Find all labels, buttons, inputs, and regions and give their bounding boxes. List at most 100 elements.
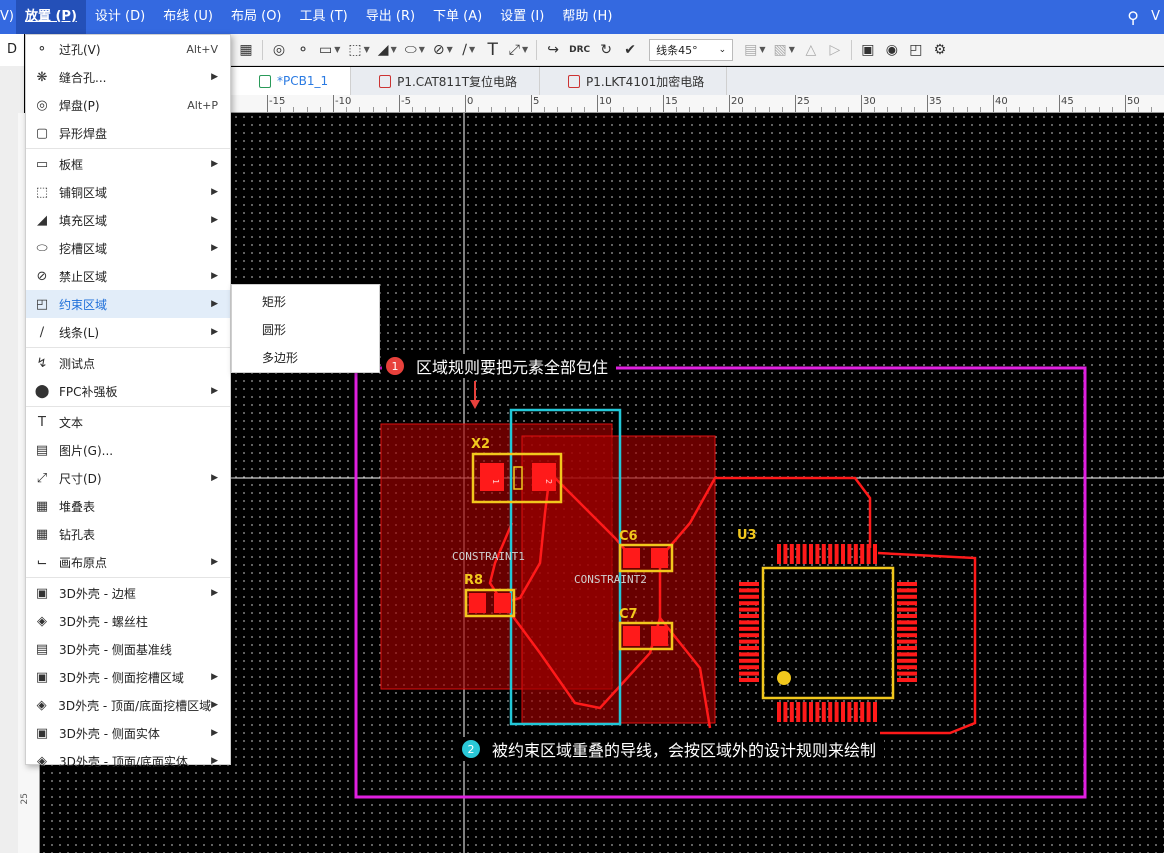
left-panel-tab[interactable]: D: [0, 34, 24, 66]
flip-horizontal-icon[interactable]: △: [800, 38, 822, 62]
menu-item-8[interactable]: 帮助 (H): [553, 0, 621, 34]
place-menu-item-6[interactable]: ◢ 填充区域 ▶: [26, 206, 230, 234]
document-tabs: *PCB1_1 P1.CAT811T复位电路 P1.LKT4101加密电路: [231, 67, 1164, 95]
place-menu-item-9[interactable]: ◰ 约束区域 ▶: [26, 290, 230, 318]
hruler-minor-tick: [293, 107, 295, 112]
place-menu-item-22[interactable]: ▣ 3D外壳 - 侧面挖槽区域 ▶: [26, 663, 230, 691]
drc-button[interactable]: DRC: [566, 38, 593, 62]
hruler-minor-tick: [649, 107, 651, 112]
toolbar-separator: [850, 39, 852, 60]
submenu-arrow-icon: ▶: [211, 159, 218, 169]
align-icon[interactable]: ▤ ▼: [741, 38, 768, 62]
place-menu-item-0[interactable]: ⚬ 过孔(V) Alt+V: [26, 35, 230, 63]
place-menu-item-8[interactable]: ⊘ 禁止区域 ▶: [26, 262, 230, 290]
place-menu-item-7[interactable]: ⬭ 挖槽区域 ▶: [26, 234, 230, 262]
submenu-arrow-icon: ▶: [211, 588, 218, 598]
place-menu-item-24[interactable]: ▣ 3D外壳 - 侧面实体 ▶: [26, 719, 230, 747]
u3-pin-left: [739, 620, 759, 625]
grid-icon[interactable]: ▦: [235, 38, 257, 62]
menu-divider: [26, 577, 230, 578]
menu-bar: V) 放置 (P) 设计 (D) 布线 (U) 布局 (O) 工具 (T) 导出 (R) 下…: [0, 0, 1164, 34]
distribute-icon[interactable]: ▧ ▼: [771, 38, 798, 62]
place-menu-item-25[interactable]: ◈ 3D外壳 - 顶面/底面实体 ▶: [26, 747, 230, 775]
forbidden-area-tool-icon[interactable]: ⊘ ▼: [430, 38, 456, 62]
line-mode-select[interactable]: 线条45° ⌄: [649, 38, 734, 61]
fill-area-tool-icon[interactable]: ◢ ▼: [375, 38, 400, 62]
place-menu-item-19[interactable]: ▣ 3D外壳 - 边框 ▶: [26, 579, 230, 607]
u3-pin-bottom: [853, 702, 858, 722]
slot-tool-icon[interactable]: ⬭ ▼: [402, 38, 428, 62]
place-menu-item-3[interactable]: ▢ 异形焊盘: [26, 119, 230, 147]
menu-divider: [26, 347, 230, 348]
u3-pin-right: [897, 652, 917, 657]
flip-vertical-icon[interactable]: ▷: [824, 38, 846, 62]
callout-1-number: 1: [386, 357, 404, 375]
place-menu-item-12[interactable]: ⬤ FPC补强板 ▶: [26, 377, 230, 405]
hruler-minor-tick: [346, 107, 348, 112]
place-menu-item-5[interactable]: ⬚ 铺铜区域 ▶: [26, 178, 230, 206]
hruler-minor-tick: [1019, 107, 1021, 112]
hruler-minor-tick: [808, 107, 810, 112]
board-outline-tool-icon[interactable]: ▭ ▼: [316, 38, 343, 62]
u3-pin-left: [739, 607, 759, 612]
menu-item-4[interactable]: 工具 (T): [291, 0, 357, 34]
document-tab-2[interactable]: P1.LKT4101加密电路: [540, 67, 728, 95]
menu-item-1[interactable]: 设计 (D): [86, 0, 154, 34]
submenu-item-0[interactable]: 矩形: [232, 288, 379, 316]
export-icon[interactable]: ▣: [857, 38, 879, 62]
drill-table-icon: ▦: [35, 526, 49, 542]
hruler-major-tick: [1059, 95, 1060, 112]
hruler-minor-tick: [438, 107, 440, 112]
place-menu-item-label: 3D外壳 - 顶面/底面实体: [59, 754, 188, 769]
place-menu-item-10[interactable]: ∕ 线条(L) ▶: [26, 318, 230, 346]
place-menu-item-17[interactable]: ▦ 钻孔表: [26, 520, 230, 548]
test-point-icon: ↯: [36, 355, 48, 371]
via-tool-icon[interactable]: ⚬: [292, 38, 314, 62]
place-menu-item-21[interactable]: ▤ 3D外壳 - 侧面基准线: [26, 635, 230, 663]
u3-pin-top: [828, 544, 833, 564]
menu-item-5[interactable]: 导出 (R): [357, 0, 424, 34]
place-menu-item-11[interactable]: ↯ 测试点: [26, 349, 230, 377]
place-menu-item-20[interactable]: ◈ 3D外壳 - 螺丝柱: [26, 607, 230, 635]
place-menu-item-1[interactable]: ❋ 缝合孔... ▶: [26, 63, 230, 91]
u3-pin-bottom: [866, 702, 871, 722]
hruler-major-tick: [795, 95, 796, 112]
fanout-icon[interactable]: ✔: [619, 38, 641, 62]
menu-partial-left[interactable]: V): [0, 0, 16, 34]
u3-pin-right: [897, 582, 917, 586]
place-menu-item-13[interactable]: T 文本: [26, 408, 230, 436]
camera-icon[interactable]: ◉: [881, 38, 903, 62]
menu-item-7[interactable]: 设置 (I): [491, 0, 553, 34]
copper-area-tool-icon[interactable]: ⬚ ▼: [345, 38, 372, 62]
place-menu-item-23[interactable]: ◈ 3D外壳 - 顶面/底面挖槽区域 ▶: [26, 691, 230, 719]
menu-item-3[interactable]: 布局 (O): [222, 0, 291, 34]
place-menu-item-18[interactable]: ⌙ 画布原点 ▶: [26, 548, 230, 576]
route-tool-icon[interactable]: ↪: [542, 38, 564, 62]
place-menu-item-15[interactable]: ⤢ 尺寸(D) ▶: [26, 464, 230, 492]
place-menu: ⚬ 过孔(V) Alt+V ❋ 缝合孔... ▶ ◎ 焊盘(P) Alt+P ▢ 异形焊盘 ▭ 板框 ▶ ⬚…: [25, 34, 231, 769]
place-menu-item-2[interactable]: ◎ 焊盘(P) Alt+P: [26, 91, 230, 119]
place-menu-item-16[interactable]: ▦ 堆叠表: [26, 492, 230, 520]
order-icon[interactable]: ◰: [905, 38, 927, 62]
document-tab-1[interactable]: P1.CAT811T复位电路: [351, 67, 541, 95]
place-menu-item-label: 板框: [59, 157, 84, 172]
menu-item-0[interactable]: 放置 (P): [15, 0, 86, 34]
u3-pin-left: [739, 665, 759, 670]
gear-icon[interactable]: ⚙: [929, 38, 951, 62]
pad-tool-icon[interactable]: ◎: [268, 38, 290, 62]
menu-partial-right[interactable]: V: [1147, 0, 1164, 34]
place-menu-item-4[interactable]: ▭ 板框 ▶: [26, 150, 230, 178]
menu-item-2[interactable]: 布线 (U): [154, 0, 222, 34]
dimension-tool-icon[interactable]: ⤢ ▼: [506, 38, 531, 62]
place-menu-item-14[interactable]: ▤ 图片(G)...: [26, 436, 230, 464]
submenu-item-2[interactable]: 多边形: [232, 344, 379, 372]
submenu-item-1[interactable]: 圆形: [232, 316, 379, 344]
line-tool-icon[interactable]: ∕ ▼: [458, 38, 480, 62]
search-icon[interactable]: ⚲: [1119, 0, 1147, 34]
pcb-doc-icon: [259, 74, 271, 88]
text-tool-icon[interactable]: T: [482, 38, 504, 62]
document-tab-0[interactable]: *PCB1_1: [231, 67, 352, 95]
diff-pair-icon[interactable]: ↻: [595, 38, 617, 62]
hruler-minor-tick: [781, 107, 783, 112]
menu-item-6[interactable]: 下单 (A): [424, 0, 491, 34]
